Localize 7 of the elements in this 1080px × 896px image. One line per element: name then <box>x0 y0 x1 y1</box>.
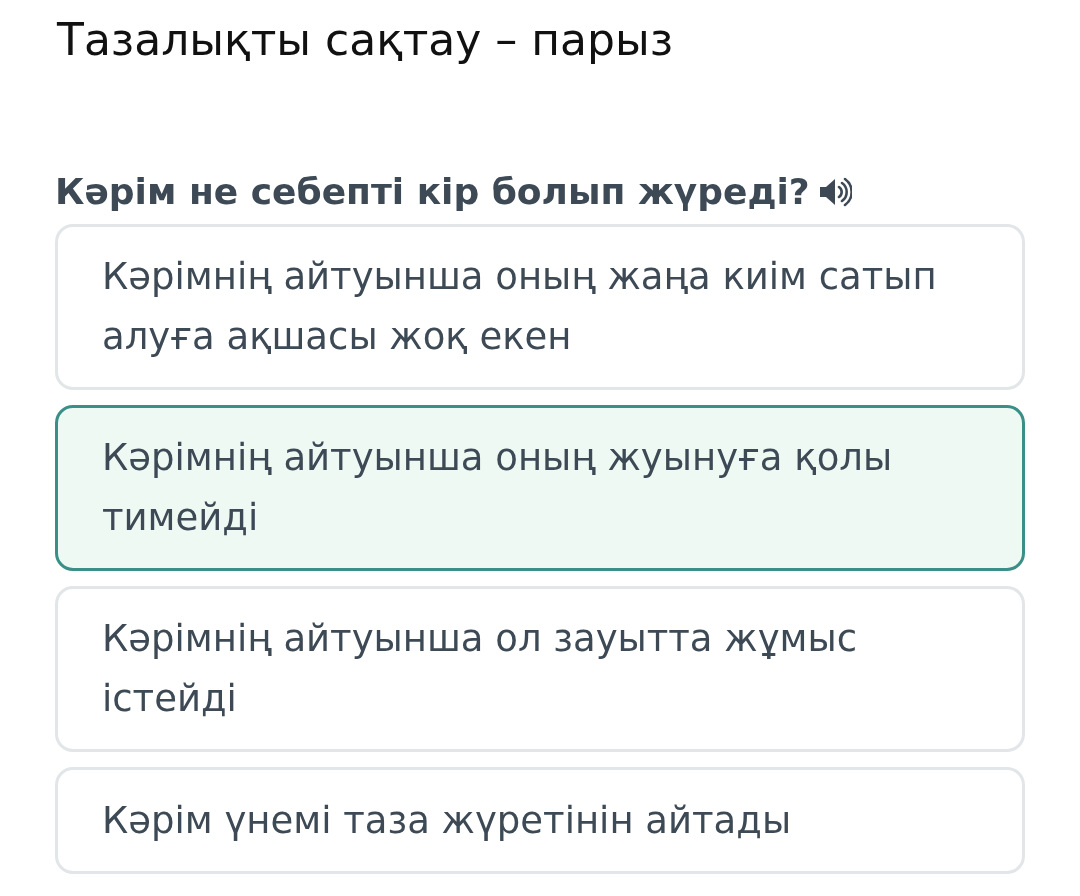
question-text: Кәрім не себепті кір болып жүреді? <box>55 170 810 214</box>
page-title: Тазалықты сақтау – парыз <box>57 13 675 67</box>
speaker-icon[interactable] <box>817 175 852 209</box>
answer-option[interactable]: Кәрімнің айтуынша оның жаңа киім сатып алуға ақшасы жоқ екен <box>55 224 1025 390</box>
answer-option[interactable]: Кәрімнің айтуынша ол зауытта жұмыс істейді <box>55 586 1025 752</box>
answer-option[interactable]: Кәрім үнемі таза жүретінін айтады <box>55 767 1025 874</box>
answer-option[interactable]: Кәрімнің айтуынша оның жуынуға қолы тимейді <box>55 405 1025 571</box>
